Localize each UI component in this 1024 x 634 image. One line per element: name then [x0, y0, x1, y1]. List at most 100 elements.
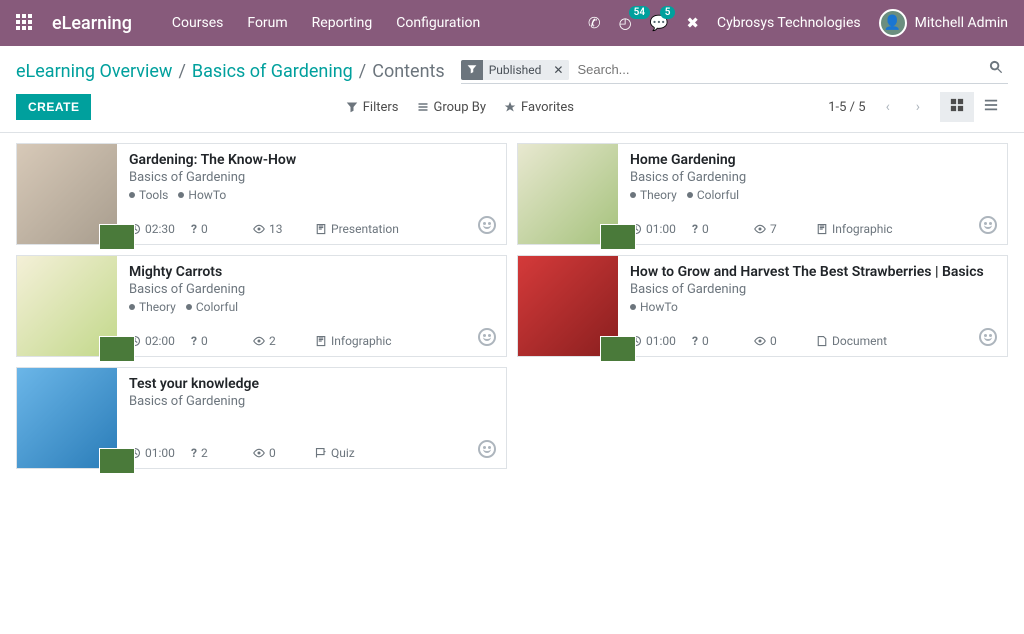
mood-icon[interactable]: [979, 328, 997, 346]
type-stat: Infographic: [315, 334, 392, 348]
facet-label: Published: [483, 60, 548, 80]
card-title: Gardening: The Know-How: [129, 152, 494, 168]
breadcrumb-root[interactable]: eLearning Overview: [16, 61, 172, 82]
tag: Theory: [129, 300, 176, 314]
control-panel: eLearning Overview / Basics of Gardening…: [0, 46, 1024, 133]
card-subtitle: Basics of Gardening: [129, 394, 494, 409]
search-icon[interactable]: [985, 60, 1008, 79]
filters-button[interactable]: Filters: [346, 100, 399, 115]
card-tags: Theory Colorful: [630, 188, 995, 202]
pager: 1-5 / 5 ‹ ›: [828, 92, 1008, 122]
tag: Colorful: [186, 300, 238, 314]
card-body: Home Gardening Basics of Gardening Theor…: [618, 144, 1007, 244]
chat-badge: 5: [660, 6, 676, 19]
user-menu[interactable]: 👤 Mitchell Admin: [879, 9, 1008, 37]
questions-stat: ?2: [191, 446, 247, 460]
duration-stat: 01:00: [630, 222, 686, 236]
nav-menu-courses[interactable]: Courses: [172, 15, 223, 31]
card-footer: 01:00 ?2 0 Quiz: [129, 442, 494, 460]
card-body: Mighty Carrots Basics of Gardening Theor…: [117, 256, 506, 356]
card-subtitle: Basics of Gardening: [630, 170, 995, 185]
thumbnail-overlay: [99, 224, 135, 250]
apps-menu-icon[interactable]: [16, 14, 34, 32]
card-title: Mighty Carrots: [129, 264, 494, 280]
favorites-button[interactable]: Favorites: [504, 100, 574, 115]
tag: HowTo: [178, 188, 226, 202]
content-card[interactable]: Home Gardening Basics of Gardening Theor…: [517, 143, 1008, 245]
type-stat: Quiz: [315, 446, 387, 460]
breadcrumb: eLearning Overview / Basics of Gardening…: [16, 61, 445, 82]
duration-stat: 02:00: [129, 334, 185, 348]
kanban-view-icon[interactable]: [940, 92, 974, 122]
content-card[interactable]: How to Grow and Harvest The Best Strawbe…: [517, 255, 1008, 357]
pager-prev-icon[interactable]: ‹: [880, 95, 896, 119]
create-button[interactable]: CREATE: [16, 94, 91, 120]
view-switcher: [940, 92, 1008, 122]
thumbnail: [518, 144, 618, 244]
tag: HowTo: [630, 300, 678, 314]
card-tags: Theory Colorful: [129, 300, 494, 314]
pager-next-icon[interactable]: ›: [910, 95, 926, 119]
views-stat: 0: [754, 334, 810, 348]
timer-icon[interactable]: ◴ 54: [619, 14, 632, 32]
views-stat: 13: [253, 222, 309, 236]
tag: Tools: [129, 188, 168, 202]
questions-stat: ?0: [692, 222, 748, 236]
type-stat: Presentation: [315, 222, 399, 236]
nav-menu-reporting[interactable]: Reporting: [312, 15, 373, 31]
mood-icon[interactable]: [478, 328, 496, 346]
duration-stat: 02:30: [129, 222, 185, 236]
card-body: Gardening: The Know-How Basics of Garden…: [117, 144, 506, 244]
card-subtitle: Basics of Gardening: [630, 282, 995, 297]
pager-text[interactable]: 1-5 / 5: [828, 100, 865, 115]
mood-icon[interactable]: [979, 216, 997, 234]
card-tags: Tools HowTo: [129, 188, 494, 202]
card-tags: HowTo: [630, 300, 995, 314]
card-body: Test your knowledge Basics of Gardening …: [117, 368, 506, 468]
phone-icon[interactable]: ✆: [588, 14, 601, 32]
list-view-icon[interactable]: [974, 92, 1008, 122]
card-subtitle: Basics of Gardening: [129, 282, 494, 297]
card-footer: 02:00 ?0 2 Infographic: [129, 330, 494, 348]
thumbnail-overlay: [99, 448, 135, 474]
main-navbar: eLearning Courses Forum Reporting Config…: [0, 0, 1024, 46]
search-input[interactable]: [573, 58, 985, 81]
type-stat: Document: [816, 334, 888, 348]
nav-menu-forum[interactable]: Forum: [247, 15, 287, 31]
mood-icon[interactable]: [478, 216, 496, 234]
timer-badge: 54: [629, 6, 650, 19]
content-card[interactable]: Gardening: The Know-How Basics of Garden…: [16, 143, 507, 245]
user-name: Mitchell Admin: [915, 15, 1008, 31]
breadcrumb-mid[interactable]: Basics of Gardening: [192, 61, 353, 82]
questions-stat: ?0: [191, 222, 247, 236]
kanban-view: Gardening: The Know-How Basics of Garden…: [0, 133, 1024, 479]
tag: Theory: [630, 188, 677, 202]
search-options: Filters Group By Favorites: [346, 100, 574, 115]
search-facet-published[interactable]: Published ✕: [461, 60, 570, 80]
thumbnail: [17, 256, 117, 356]
thumbnail-overlay: [600, 224, 636, 250]
thumbnail-overlay: [600, 336, 636, 362]
card-title: Home Gardening: [630, 152, 995, 168]
company-name[interactable]: Cybrosys Technologies: [717, 15, 861, 31]
card-footer: 01:00 ?0 0 Document: [630, 330, 995, 348]
type-stat: Infographic: [816, 222, 893, 236]
tag: Colorful: [687, 188, 739, 202]
facet-remove-icon[interactable]: ✕: [547, 60, 569, 80]
mood-icon[interactable]: [478, 440, 496, 458]
thumbnail: [17, 144, 117, 244]
nav-menu-configuration[interactable]: Configuration: [396, 15, 480, 31]
questions-stat: ?0: [692, 334, 748, 348]
card-title: Test your knowledge: [129, 376, 494, 392]
tools-icon[interactable]: ✖: [686, 14, 699, 32]
thumbnail: [17, 368, 117, 468]
groupby-button[interactable]: Group By: [417, 100, 487, 115]
chat-icon[interactable]: 💬 5: [650, 14, 669, 32]
content-card[interactable]: Mighty Carrots Basics of Gardening Theor…: [16, 255, 507, 357]
views-stat: 2: [253, 334, 309, 348]
card-body: How to Grow and Harvest The Best Strawbe…: [618, 256, 1007, 356]
thumbnail: [518, 256, 618, 356]
card-footer: 01:00 ?0 7 Infographic: [630, 218, 995, 236]
app-brand[interactable]: eLearning: [52, 13, 132, 34]
content-card[interactable]: Test your knowledge Basics of Gardening …: [16, 367, 507, 469]
